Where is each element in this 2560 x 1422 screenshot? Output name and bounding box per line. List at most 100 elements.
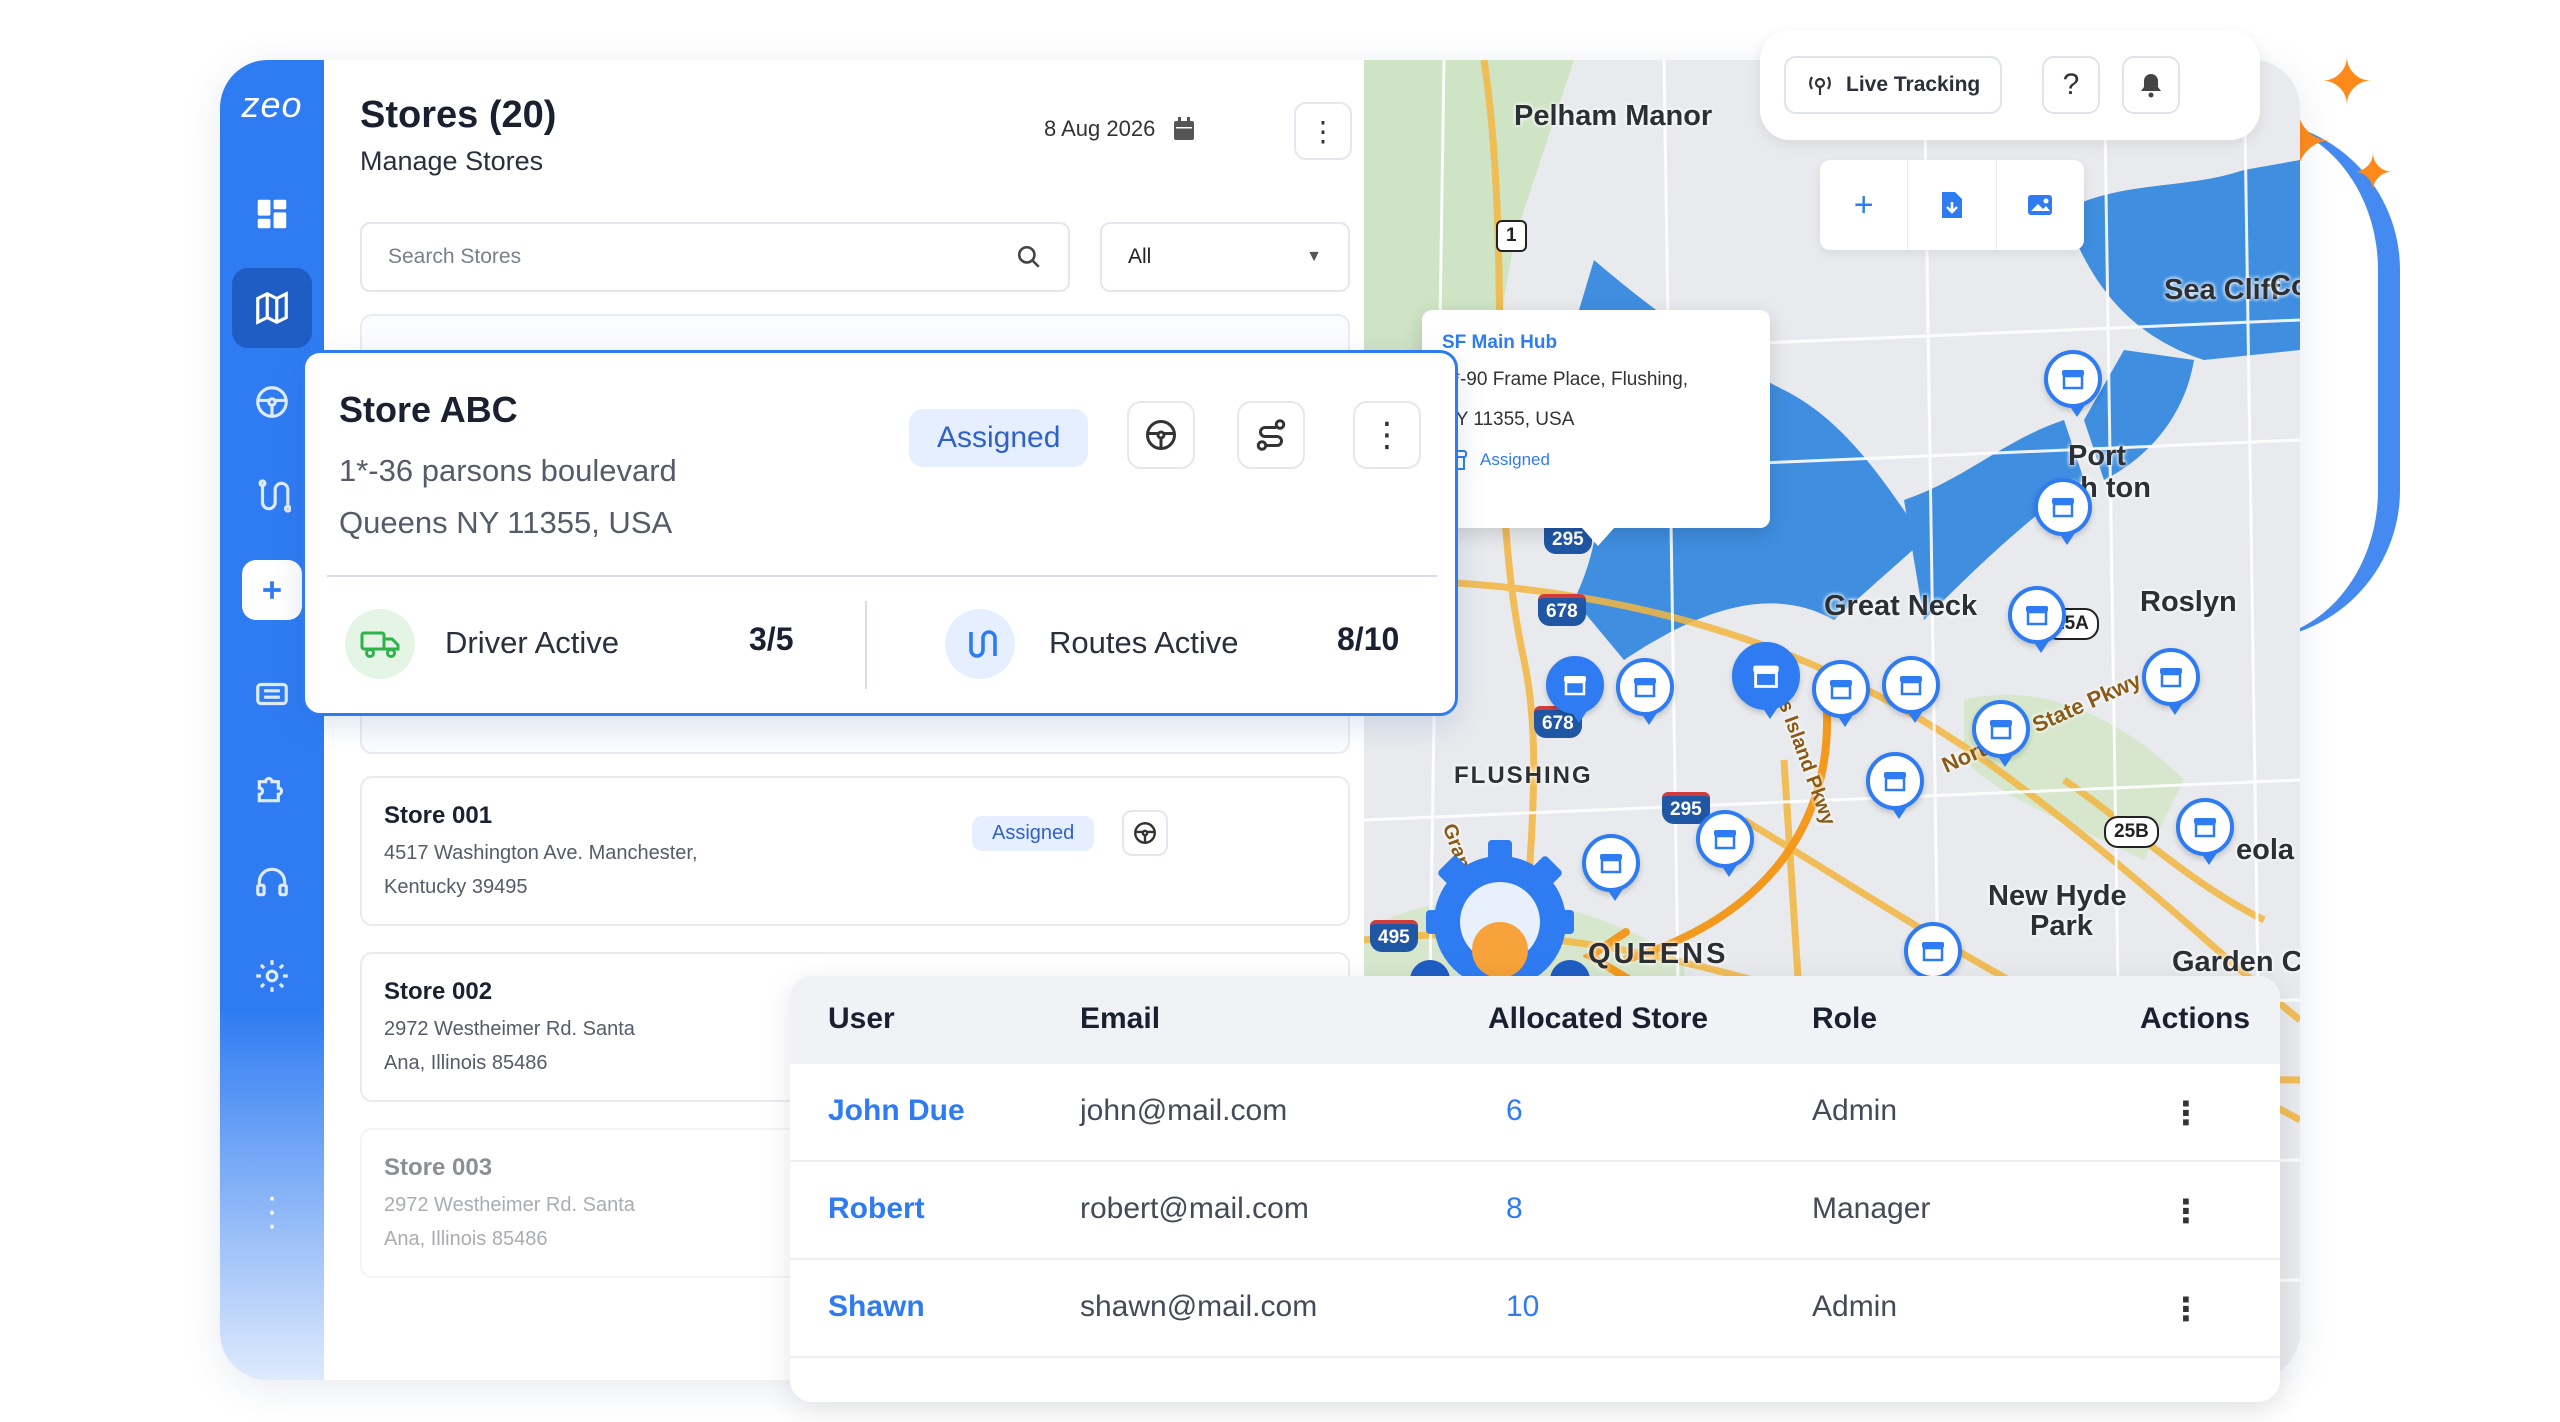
store-pin[interactable] (2008, 586, 2066, 653)
live-tracking-icon (1809, 76, 1831, 95)
user-name-link[interactable]: Shawn (828, 1290, 925, 1324)
store-pin[interactable] (1972, 700, 2030, 767)
stage: ✦ ✦ ✦ zeo (0, 0, 2560, 1422)
add-location-button[interactable]: + (1820, 160, 1909, 250)
selected-store-pin[interactable] (1732, 642, 1800, 719)
routes-active-label: Routes Active (1049, 625, 1239, 660)
assign-driver-button[interactable] (1127, 401, 1195, 469)
status-badge: Assigned (909, 409, 1089, 467)
search-icon[interactable] (1016, 244, 1042, 270)
store-pin[interactable] (1546, 656, 1604, 723)
add-icon[interactable] (242, 560, 302, 620)
search-input[interactable] (388, 245, 1016, 269)
store-pin[interactable] (2142, 648, 2200, 715)
date-picker[interactable]: 8 Aug 2026 (1044, 116, 1195, 142)
driver-active-value: 3/5 (749, 621, 794, 657)
steering-wheel-icon (1146, 420, 1176, 450)
map-toolbar: + (1820, 160, 2084, 250)
user-email: john@mail.com (1080, 1094, 1288, 1127)
store-address-line1: 2972 Westheimer Rd. Santa (384, 1018, 635, 1040)
chevron-down-icon: ▼ (1306, 248, 1322, 265)
user-name-link[interactable]: John Due (828, 1094, 965, 1128)
popup-status: Assigned (1442, 448, 1750, 472)
panel-menu-button[interactable]: ⋮ (1294, 102, 1352, 160)
row-actions-menu-icon[interactable]: ⋮ (2170, 1290, 2202, 1328)
app-logo: zeo (241, 84, 303, 125)
store-pin[interactable] (1696, 810, 1754, 877)
store-address: 4517 Washington Ave. Manchester, Kentuck… (384, 836, 784, 904)
user-name-link[interactable]: Robert (828, 1192, 925, 1226)
table-row: Shawn shawn@mail.com 10 Admin ⋮ (790, 1260, 2280, 1358)
user-role: Manager (1812, 1192, 1931, 1225)
store-name: Store 001 (384, 802, 493, 829)
allocated-store-count[interactable]: 8 (1506, 1192, 1523, 1226)
store-icon (1900, 676, 1922, 696)
popup-status-label: Assigned (1480, 450, 1550, 469)
assign-driver-button[interactable] (1122, 810, 1168, 856)
user-email: robert@mail.com (1080, 1192, 1309, 1225)
selected-store-card[interactable]: Store ABC 1*-36 parsons boulevard Queens… (302, 350, 1458, 716)
store-icon (1990, 720, 2012, 740)
routes-active-value: 8/10 (1337, 621, 1400, 657)
table-row: Robert robert@mail.com 8 Manager ⋮ (790, 1162, 2280, 1260)
interstate-shield: 678 (1538, 594, 1586, 626)
routes-icon (945, 609, 1015, 679)
store-icon (1564, 676, 1586, 696)
store-pin[interactable] (2034, 478, 2092, 545)
headset-icon[interactable] (232, 842, 312, 922)
store-icon (1922, 942, 1944, 962)
column-header-email: Email (1080, 1002, 1161, 1035)
table-row: John Due john@mail.com 6 Admin ⋮ (790, 1064, 2280, 1162)
store-pin[interactable] (2176, 798, 2234, 865)
allocated-store-count[interactable]: 10 (1506, 1290, 1539, 1324)
puzzle-icon[interactable] (232, 748, 312, 828)
store-pin[interactable] (1882, 656, 1940, 723)
routes-icon[interactable] (232, 456, 312, 536)
allocated-store-count[interactable]: 6 (1506, 1094, 1523, 1128)
store-card[interactable]: Store 001 4517 Washington Ave. Mancheste… (360, 776, 1350, 926)
store-pin[interactable] (2044, 350, 2102, 417)
store-address: 1*-36 parsons boulevard Queens NY 11355,… (339, 445, 677, 549)
card-menu-button[interactable]: ⋮ (1353, 401, 1421, 469)
notifications-button[interactable] (2122, 56, 2180, 114)
column-header-user: User (828, 1002, 895, 1035)
map-label: Pelham Manor (1514, 100, 1713, 132)
map-label: Park (2030, 910, 2093, 942)
import-button[interactable] (1908, 160, 1997, 250)
popup-title: SF Main Hub (1442, 332, 1558, 353)
sidebar: zeo · · · (220, 60, 324, 1380)
store-address-line2: Ana, Illinois 85486 (384, 1052, 548, 1074)
ticket-icon[interactable] (232, 654, 312, 734)
user-role: Admin (1812, 1094, 1898, 1127)
store-address: 2972 Westheimer Rd. Santa Ana, Illinois … (384, 1188, 784, 1256)
steering-wheel-icon (1134, 822, 1156, 844)
store-address-line1: 4517 Washington Ave. Manchester, (384, 842, 698, 864)
truck-icon (345, 609, 415, 679)
live-tracking-button[interactable]: Live Tracking (1784, 56, 2003, 114)
row-actions-menu-icon[interactable]: ⋮ (2170, 1192, 2202, 1230)
steering-wheel-icon[interactable] (232, 362, 312, 442)
page-subtitle: Manage Stores (360, 146, 544, 176)
help-icon: ? (2062, 68, 2080, 101)
store-pin[interactable] (1812, 660, 1870, 727)
image-button[interactable] (1997, 160, 2084, 250)
column-header-role: Role (1812, 1002, 1878, 1035)
route-button[interactable] (1237, 401, 1305, 469)
column-header-allocated-store: Allocated Store (1488, 1002, 1709, 1035)
filter-select[interactable]: All ▼ (1100, 222, 1350, 292)
store-pin[interactable] (1904, 922, 1962, 989)
settings-gear-icon[interactable] (232, 936, 312, 1016)
more-options-icon[interactable]: · · · (260, 1180, 284, 1242)
driver-active-label: Driver Active (445, 625, 619, 660)
help-button[interactable]: ? (2042, 56, 2100, 114)
dashboard-icon[interactable] (232, 174, 312, 254)
row-actions-menu-icon[interactable]: ⋮ (2170, 1094, 2202, 1132)
user-role: Admin (1812, 1290, 1898, 1323)
map-icon[interactable] (232, 268, 312, 348)
user-email: shawn@mail.com (1080, 1290, 1318, 1323)
store-pin[interactable] (1866, 752, 1924, 819)
store-icon (1634, 678, 1656, 698)
store-pin[interactable] (1616, 658, 1674, 725)
page-title: Stores (20) (360, 94, 557, 136)
route-icon (1256, 419, 1286, 451)
